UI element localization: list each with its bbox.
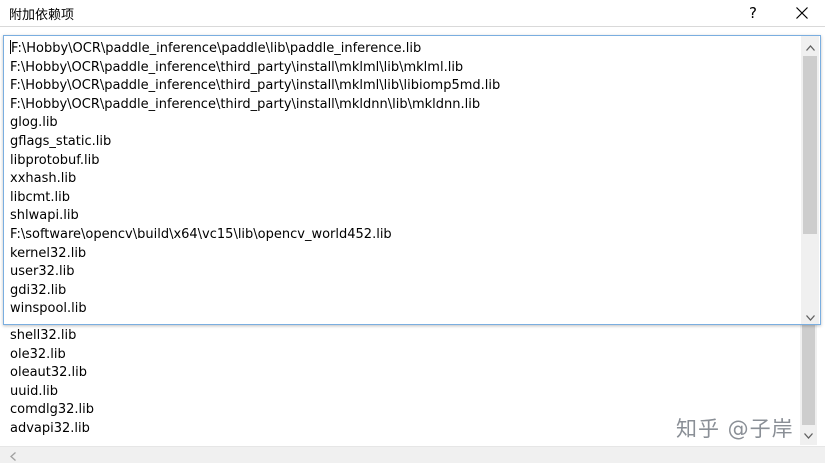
scroll-thumb[interactable] <box>803 56 817 234</box>
watermark: 知乎 @子岸 <box>676 417 794 441</box>
outer-items: shell32.lib ole32.lib oleaut32.lib uuid.… <box>10 327 94 439</box>
list-item[interactable]: oleaut32.lib <box>10 364 94 383</box>
list-item[interactable]: F:\software\opencv\build\x64\vc15\lib\op… <box>10 226 500 245</box>
dependency-list-editor[interactable]: F:\Hobby\OCR\paddle_inference\paddle\lib… <box>3 35 821 325</box>
list-item[interactable]: gdi32.lib <box>10 282 500 301</box>
list-item[interactable]: libprotobuf.lib <box>10 152 500 171</box>
help-button[interactable]: ? <box>738 0 768 26</box>
chevron-down-icon <box>805 306 815 325</box>
list-item[interactable]: uuid.lib <box>10 383 94 402</box>
close-icon <box>796 7 808 19</box>
list-item[interactable]: shell32.lib <box>10 327 94 346</box>
horizontal-scrollbar[interactable] <box>0 446 825 463</box>
inner-vertical-scrollbar[interactable] <box>801 36 819 324</box>
scroll-up-button[interactable] <box>801 36 819 54</box>
list-item[interactable]: gflags_static.lib <box>10 133 500 152</box>
list-item[interactable]: advapi32.lib <box>10 420 94 439</box>
list-item[interactable]: F:\Hobby\OCR\paddle_inference\third_part… <box>10 96 500 115</box>
dialog-title: 附加依赖项 <box>9 8 75 23</box>
outer-scroll-down-button[interactable] <box>800 425 817 442</box>
title-bar: 附加依赖项 ? <box>0 0 825 26</box>
list-item[interactable]: libcmt.lib <box>10 189 500 208</box>
list-item[interactable]: comdlg32.lib <box>10 401 94 420</box>
list-item[interactable]: winspool.lib <box>10 300 500 319</box>
list-item[interactable]: F:\Hobby\OCR\paddle_inference\third_part… <box>10 77 500 96</box>
outer-scroll-thumb[interactable] <box>802 325 815 425</box>
close-button[interactable] <box>787 0 817 26</box>
list-item[interactable]: F:\Hobby\OCR\paddle_inference\third_part… <box>10 59 500 78</box>
chevron-up-icon <box>805 36 815 55</box>
list-item[interactable]: kernel32.lib <box>10 245 500 264</box>
list-item-text: F:\Hobby\OCR\paddle_inference\paddle\lib… <box>11 41 422 56</box>
scroll-left-button[interactable] <box>6 448 20 462</box>
scroll-down-button[interactable] <box>801 306 819 324</box>
list-item[interactable]: ole32.lib <box>10 346 94 365</box>
list-item[interactable]: glog.lib <box>10 114 500 133</box>
list-item[interactable]: shlwapi.lib <box>10 207 500 226</box>
list-item[interactable]: user32.lib <box>10 263 500 282</box>
inner-items: F:\Hobby\OCR\paddle_inference\paddle\lib… <box>10 40 500 319</box>
chevron-left-icon <box>10 446 16 465</box>
chevron-down-icon <box>804 424 813 443</box>
list-item[interactable]: F:\Hobby\OCR\paddle_inference\paddle\lib… <box>10 40 500 59</box>
list-item[interactable]: xxhash.lib <box>10 170 500 189</box>
outer-vertical-scrollbar[interactable] <box>800 325 817 445</box>
